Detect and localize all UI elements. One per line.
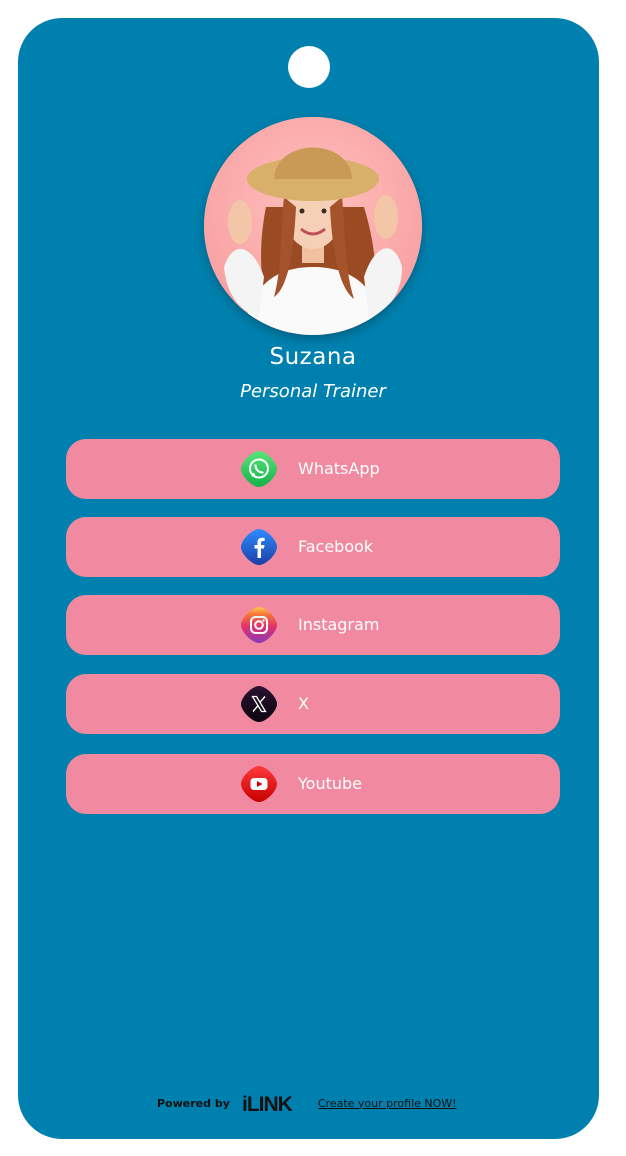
instagram-button[interactable]: Instagram xyxy=(66,595,560,655)
whatsapp-icon xyxy=(241,451,277,487)
youtube-button[interactable]: Youtube xyxy=(66,754,560,814)
facebook-button[interactable]: Facebook xyxy=(66,517,560,577)
footer: Powered by iLINK Create your profile NOW… xyxy=(157,1090,457,1116)
powered-by-label: Powered by xyxy=(157,1096,230,1110)
avatar-photo xyxy=(204,117,422,335)
x-icon xyxy=(241,686,277,722)
svg-text:iLINK: iLINK xyxy=(242,1093,293,1115)
instagram-icon xyxy=(241,607,277,643)
instagram-label: Instagram xyxy=(298,615,380,634)
x-button[interactable]: X xyxy=(66,674,560,734)
facebook-label: Facebook xyxy=(298,537,374,556)
facebook-icon xyxy=(241,529,277,565)
card-hole xyxy=(288,46,330,88)
profile-title: Personal Trainer xyxy=(240,381,386,402)
whatsapp-label: WhatsApp xyxy=(298,459,380,478)
x-label: X xyxy=(298,694,309,713)
profile-name: Suzana xyxy=(269,344,357,370)
ilink-logo: iLINK xyxy=(242,1093,294,1115)
whatsapp-button[interactable]: WhatsApp xyxy=(66,439,560,499)
avatar xyxy=(204,117,422,335)
create-profile-link[interactable]: Create your profile NOW! xyxy=(318,1097,457,1110)
youtube-icon xyxy=(241,766,277,802)
youtube-label: Youtube xyxy=(298,774,362,793)
